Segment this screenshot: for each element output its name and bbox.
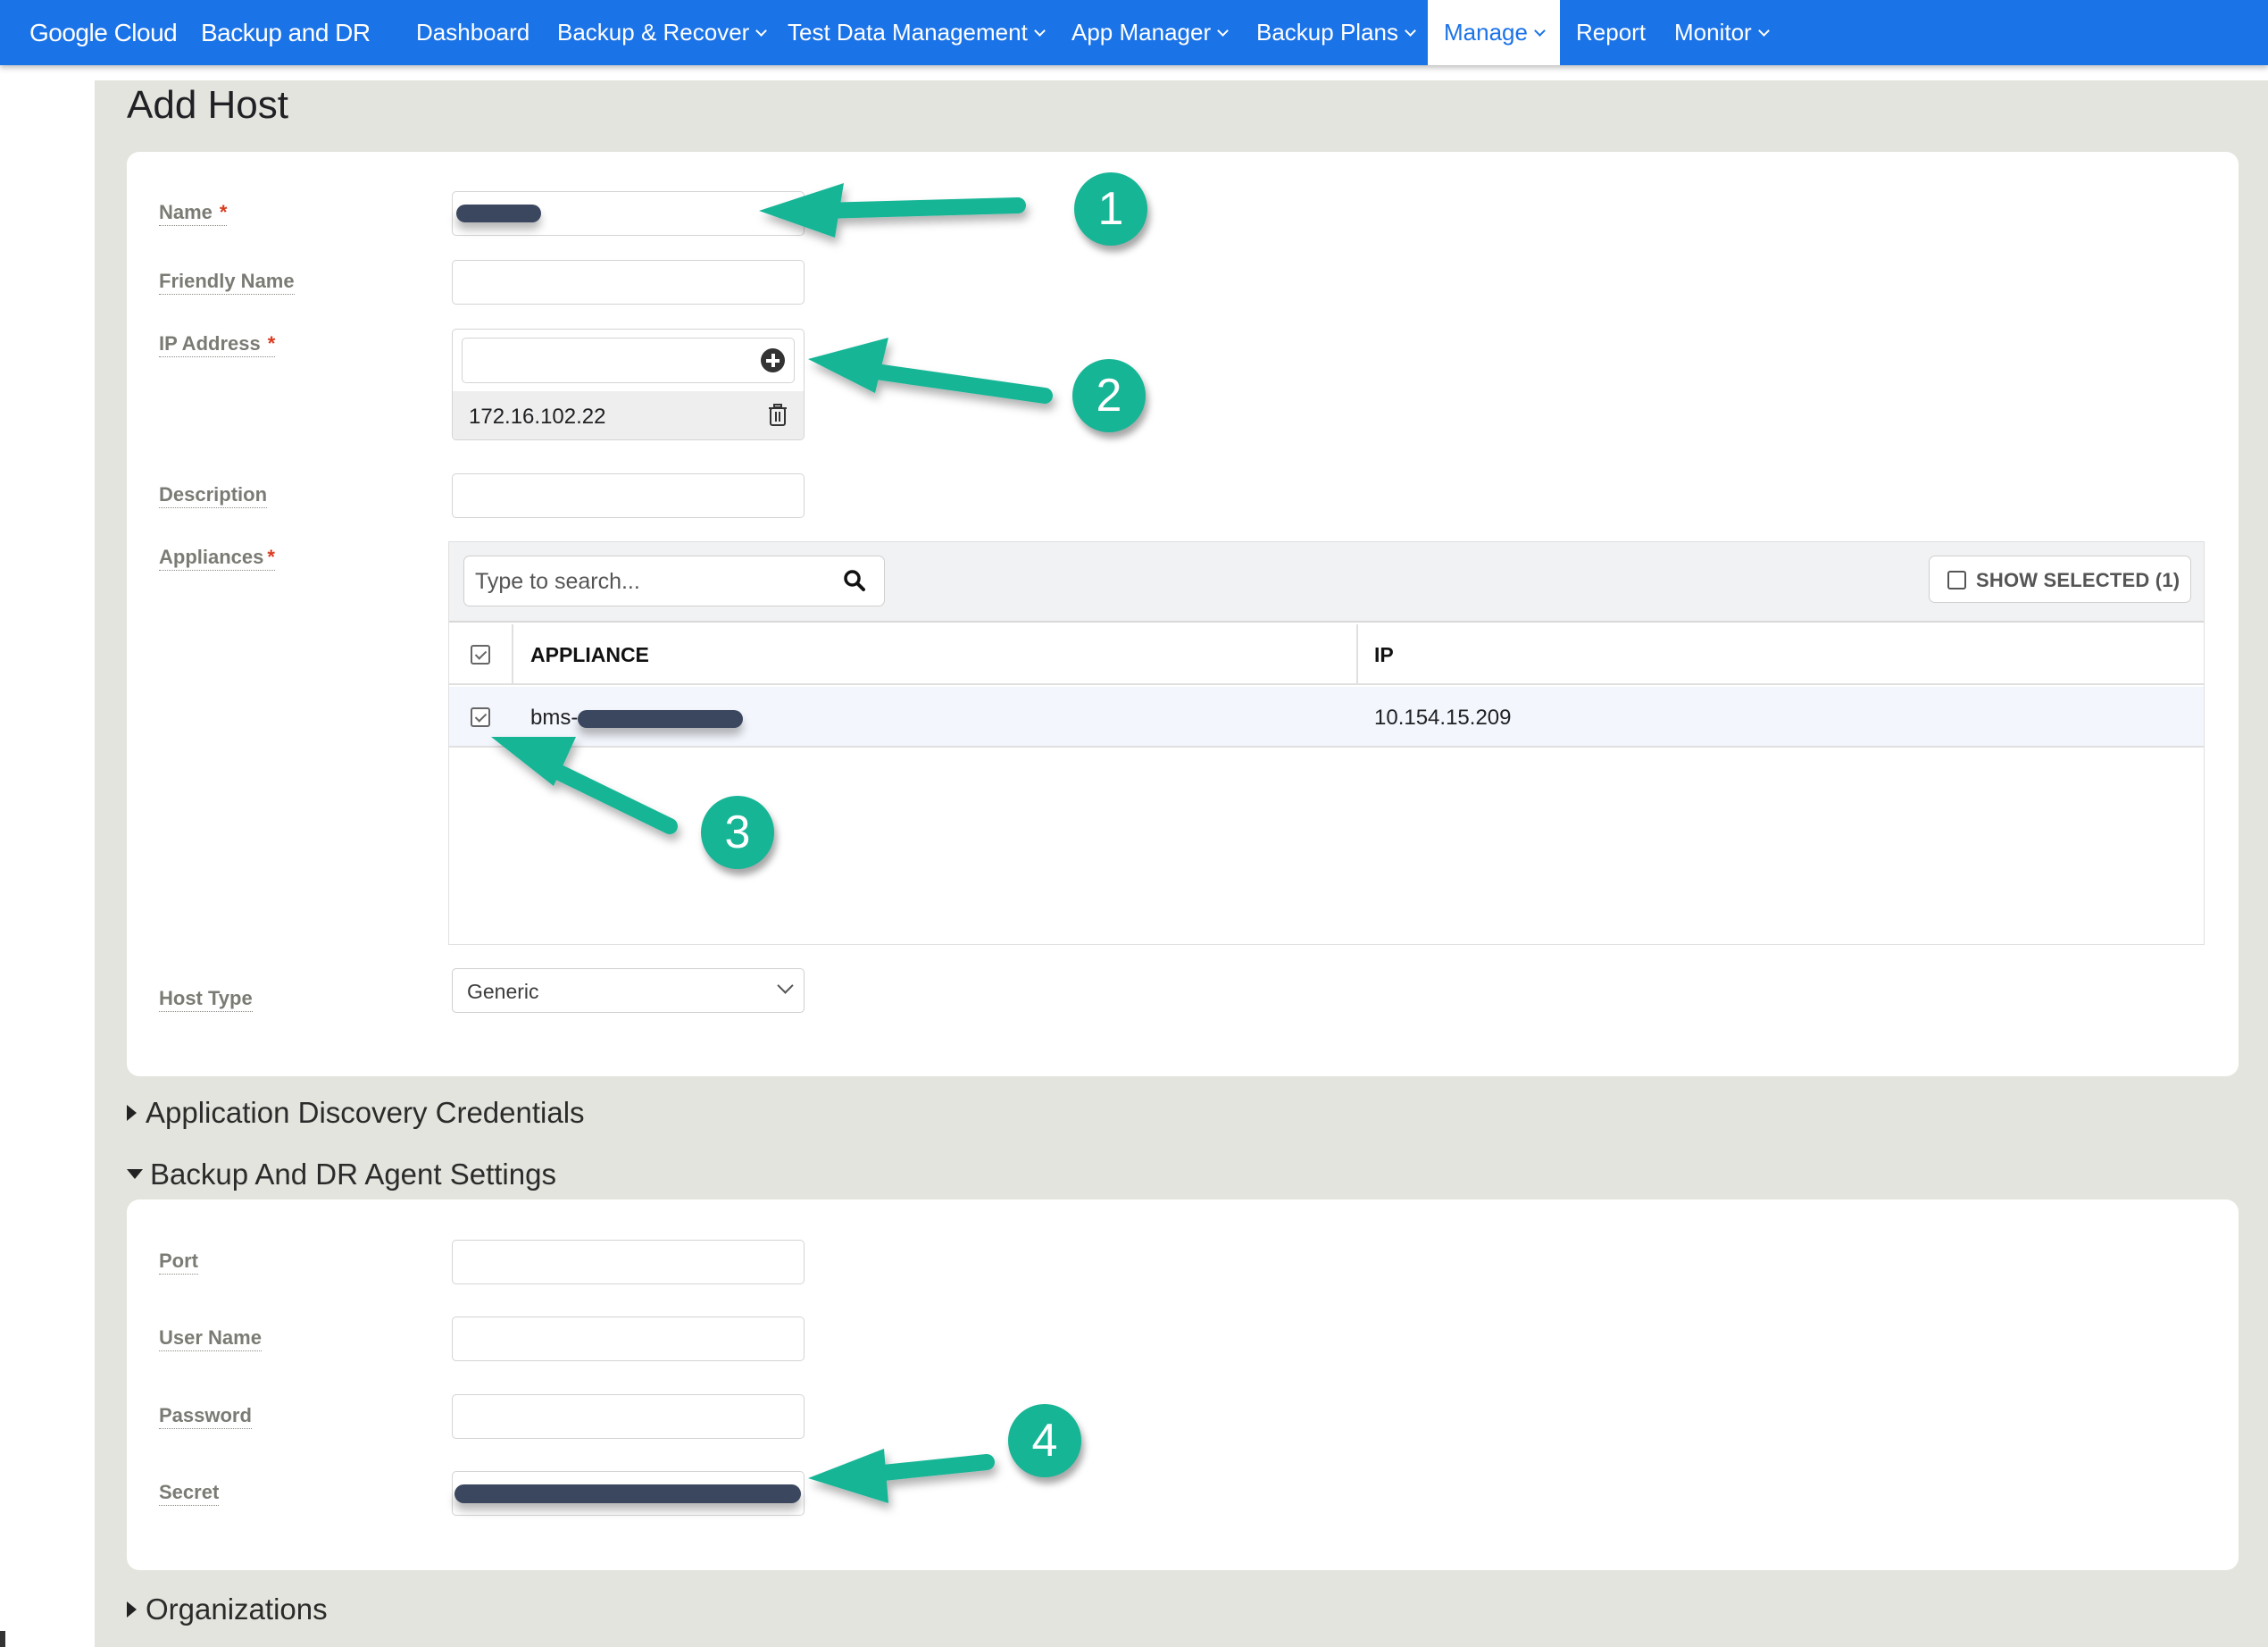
secret-label: Secret: [159, 1481, 220, 1506]
app-discovery-credentials-toggle[interactable]: Application Discovery Credentials: [127, 1095, 585, 1131]
column-header-appliance[interactable]: APPLIANCE: [530, 643, 649, 667]
section-title: Application Discovery Credentials: [146, 1096, 585, 1129]
callout-badge-4: 4: [1008, 1404, 1081, 1477]
description-label: Description: [159, 483, 268, 508]
nav-manage[interactable]: Manage: [1428, 0, 1560, 65]
column-header-ip[interactable]: IP: [1374, 643, 1394, 667]
appliance-search-input[interactable]: Type to search...: [463, 556, 885, 606]
friendly-name-label: Friendly Name: [159, 270, 295, 295]
agent-settings-toggle[interactable]: Backup And DR Agent Settings: [127, 1157, 556, 1192]
redacted-appliance-name: [578, 710, 743, 728]
required-marker: *: [267, 332, 276, 355]
callout-badge-2: 2: [1072, 359, 1146, 432]
agent-settings-card: [127, 1200, 2239, 1570]
google-cloud-logo[interactable]: Google Cloud: [29, 0, 178, 65]
ip-address-input[interactable]: [462, 338, 795, 383]
nav-label: Dashboard: [416, 19, 530, 46]
password-label: Password: [159, 1404, 252, 1429]
column-divider: [1356, 624, 1358, 685]
ip-entry-value: 172.16.102.22: [469, 405, 606, 429]
search-icon[interactable]: [843, 569, 866, 592]
description-input[interactable]: [452, 473, 805, 518]
chevron-down-icon: [1405, 25, 1416, 37]
nav-label: Report: [1576, 19, 1647, 46]
ip-entry: 172.16.102.22: [453, 391, 804, 439]
required-marker: *: [219, 201, 228, 223]
select-all-cell: [449, 624, 513, 685]
table-row[interactable]: bms- 10.154.15.209: [449, 687, 2204, 748]
cursor-fragment: [0, 1631, 5, 1647]
nav-label: Monitor: [1674, 19, 1752, 46]
appliance-name: bms-: [530, 706, 579, 730]
friendly-name-input[interactable]: [452, 260, 805, 305]
callout-badge-1: 1: [1074, 172, 1147, 246]
nav-label: Test Data Management: [788, 19, 1028, 46]
nav-test-data-management[interactable]: Test Data Management: [788, 0, 1046, 65]
add-ip-icon[interactable]: [761, 348, 785, 372]
host-type-select[interactable]: Generic: [452, 968, 805, 1013]
page-title: Add Host: [127, 83, 288, 127]
section-title: Organizations: [146, 1593, 328, 1626]
top-nav-bar: Google Cloud Backup and DR Dashboard Bac…: [0, 0, 2268, 65]
chevron-down-icon: [1033, 25, 1046, 37]
chevron-down-icon: [777, 977, 794, 994]
chevron-down-icon: [755, 25, 768, 37]
appliances-table: Type to search... SHOW SELECTED (1) APPL…: [448, 541, 2205, 945]
required-marker: *: [267, 546, 275, 568]
host-type-label: Host Type: [159, 987, 253, 1012]
ip-address-label: IP Address *: [159, 332, 276, 357]
caret-right-icon: [127, 1601, 137, 1618]
show-selected-label: SHOW SELECTED (1): [1976, 569, 2180, 591]
nav-dashboard[interactable]: Dashboard: [416, 0, 529, 65]
password-input[interactable]: [452, 1394, 805, 1439]
nav-monitor[interactable]: Monitor: [1674, 0, 1770, 65]
product-name[interactable]: Backup and DR: [201, 0, 371, 65]
show-selected-checkbox[interactable]: [1947, 571, 1966, 589]
nav-label: Backup Plans: [1256, 19, 1398, 46]
port-input[interactable]: [452, 1240, 805, 1284]
chevron-down-icon: [1757, 25, 1770, 37]
redacted-name-value: [456, 205, 541, 222]
nav-label: Manage: [1444, 19, 1528, 46]
trash-icon[interactable]: [768, 404, 788, 427]
appliance-ip: 10.154.15.209: [1374, 706, 1512, 730]
appliances-toolbar: Type to search... SHOW SELECTED (1): [449, 542, 2204, 623]
nav-app-manager[interactable]: App Manager: [1071, 0, 1229, 65]
chevron-down-icon: [1534, 25, 1546, 37]
host-type-value: Generic: [467, 980, 539, 1003]
nav-backup-plans[interactable]: Backup Plans: [1256, 0, 1416, 65]
user-name-input[interactable]: [452, 1317, 805, 1361]
appliances-label: Appliances *: [159, 546, 275, 571]
table-header: APPLIANCE IP: [449, 624, 2204, 685]
select-all-checkbox[interactable]: [471, 645, 490, 665]
nav-label: Backup & Recover: [557, 19, 750, 46]
show-selected-button[interactable]: SHOW SELECTED (1): [1929, 556, 2191, 603]
redacted-secret-value: [454, 1484, 801, 1503]
caret-right-icon: [127, 1105, 137, 1121]
chevron-down-icon: [1217, 25, 1229, 37]
ip-address-field: 172.16.102.22: [452, 329, 805, 440]
organizations-toggle[interactable]: Organizations: [127, 1592, 328, 1627]
callout-badge-3: 3: [701, 796, 774, 869]
port-label: Port: [159, 1250, 198, 1275]
row-checkbox[interactable]: [471, 707, 490, 727]
nav-label: App Manager: [1071, 19, 1212, 46]
caret-down-icon: [127, 1169, 143, 1179]
name-label: Name *: [159, 201, 228, 226]
user-name-label: User Name: [159, 1326, 262, 1351]
nav-backup-recover[interactable]: Backup & Recover: [557, 0, 768, 65]
search-placeholder: Type to search...: [475, 569, 640, 594]
section-title: Backup And DR Agent Settings: [150, 1158, 556, 1191]
nav-report[interactable]: Report: [1576, 0, 1646, 65]
